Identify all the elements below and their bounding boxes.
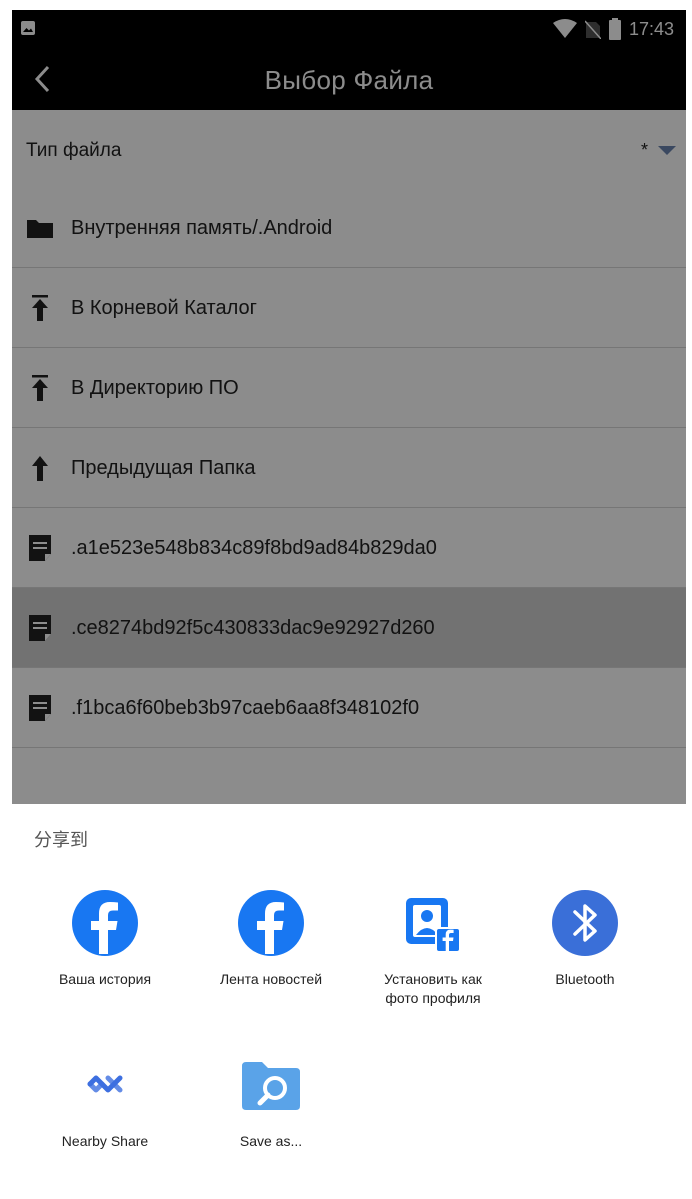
status-bar: 17:43 — [12, 10, 686, 48]
list-item-root-directory[interactable]: В Корневой Каталог — [12, 268, 686, 348]
share-target-your-story[interactable]: Ваша история — [26, 888, 184, 989]
list-item-label: .a1e523e548b834c89f8bd9ad84b829da0 — [71, 537, 437, 559]
list-item-label: В Корневой Каталог — [71, 297, 257, 319]
list-item-internal-storage[interactable]: Внутренняя память/.Android — [12, 188, 686, 268]
share-target-label: Bluetooth — [555, 971, 615, 987]
list-item-label: .f1bca6f60beb3b97caeb6aa8f348102f0 — [71, 697, 420, 719]
arrow-up-bar-icon — [32, 295, 48, 321]
dropdown-triangle-icon[interactable] — [658, 146, 676, 155]
share-sheet: 分享到 Ваша история Лента новостей Установи… — [12, 804, 686, 1193]
no-sim-icon — [584, 20, 601, 39]
facebook-profile-photo-icon — [406, 898, 461, 953]
file-icon — [29, 615, 51, 641]
status-time: 17:43 — [628, 18, 674, 39]
arrow-up-bar-icon — [32, 375, 48, 401]
list-item-file[interactable]: .f1bca6f60beb3b97caeb6aa8f348102f0 — [12, 668, 686, 748]
share-target-label: Nearby Share — [61, 1133, 149, 1149]
file-type-value: * — [640, 140, 648, 160]
folder-icon — [27, 220, 53, 238]
file-type-label: Тип файла — [26, 140, 122, 161]
share-target-label: Save as... — [239, 1133, 303, 1149]
share-target-nearby-share[interactable]: Nearby Share — [26, 1050, 184, 1151]
list-item-label: Предыдущая Папка — [71, 457, 256, 479]
nearby-share-icon — [87, 1075, 123, 1093]
facebook-icon — [238, 890, 304, 956]
list-item-label: .ce8274bd92f5c430833dac9e92927d260 — [71, 617, 435, 639]
battery-icon — [608, 18, 621, 40]
save-as-folder-icon — [242, 1062, 300, 1110]
file-type-selector[interactable]: Тип файла * — [12, 110, 686, 188]
list-item-parent-folder[interactable]: Предыдущая Папка — [12, 428, 686, 508]
share-target-label: Установить как фото профиля — [384, 971, 482, 1006]
arrow-up-icon — [32, 456, 48, 481]
share-target-set-profile-photo[interactable]: Установить как фото профиля — [354, 888, 512, 1008]
share-target-save-as[interactable]: Save as... — [192, 1050, 350, 1151]
share-target-news-feed[interactable]: Лента новостей — [192, 888, 350, 989]
file-browser: Тип файла * Внутренняя память/.Android В… — [12, 110, 686, 804]
facebook-icon — [72, 890, 138, 956]
image-notification-icon — [21, 21, 35, 35]
wifi-icon — [552, 19, 577, 38]
file-icon — [29, 535, 51, 561]
list-item-label: В Директорию ПО — [71, 377, 239, 399]
bluetooth-icon — [552, 890, 618, 956]
share-target-label: Ваша история — [58, 971, 152, 987]
phone-screen: 17:43 Выбор Файла Тип файла * Внутренняя… — [12, 10, 686, 1193]
list-item-file-selected[interactable]: .ce8274bd92f5c430833dac9e92927d260 — [12, 588, 686, 668]
share-sheet-heading: 分享到 — [34, 830, 88, 850]
list-item-app-directory[interactable]: В Директорию ПО — [12, 348, 686, 428]
page-title: Выбор Файла — [264, 65, 434, 95]
list-item-label: Внутренняя память/.Android — [71, 217, 333, 239]
share-target-label: Лента новостей — [219, 971, 323, 987]
list-item-file[interactable]: .a1e523e548b834c89f8bd9ad84b829da0 — [12, 508, 686, 588]
share-target-bluetooth[interactable]: Bluetooth — [506, 888, 664, 989]
file-icon — [29, 695, 51, 721]
app-bar: Выбор Файла — [12, 48, 686, 110]
